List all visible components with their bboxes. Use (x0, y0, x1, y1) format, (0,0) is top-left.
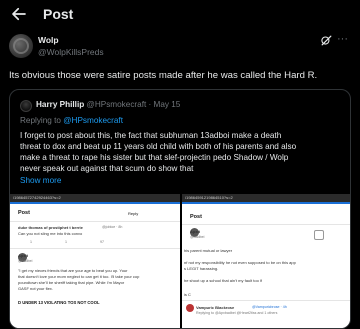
show-more-link[interactable]: Show more (20, 176, 61, 185)
grok-icon[interactable] (320, 34, 333, 47)
replying-to-handle[interactable]: @HPsmokecraft (63, 116, 123, 125)
quote-replying-to: Replying to @HPsmokecraft (20, 116, 123, 125)
image-post-title: Post (18, 210, 30, 216)
post-text: Its obvious those were satire posts made… (9, 70, 318, 81)
top-bar: Post (0, 0, 360, 28)
page-title: Post (43, 6, 74, 22)
quote-line: make a threat to rape his sister but tha… (20, 153, 289, 162)
quote-body: I forget to post about this, the fact th… (20, 130, 346, 174)
back-arrow-icon[interactable] (10, 5, 28, 23)
image-url-bar: /19864572742924463?s=2 (10, 194, 180, 202)
image-reply-button: Reply (128, 211, 139, 216)
more-icon[interactable]: ··· (337, 33, 348, 45)
quote-line: I forget to post about this, the fact th… (20, 131, 282, 140)
quote-avatar[interactable] (20, 100, 32, 112)
quote-author-name[interactable]: Harry Phillip (36, 100, 84, 109)
attached-images[interactable]: /19864572742924463?s=2 Post Reply duke t… (10, 194, 350, 328)
avatar[interactable] (9, 34, 33, 58)
attached-image-1[interactable]: /19864572742924463?s=2 Post Reply duke t… (10, 194, 180, 328)
quote-meta: @HPsmokecraft · May 15 (86, 100, 181, 109)
quote-line: threat to dox and beat up 11 years old c… (20, 142, 297, 151)
quote-line: never speak out against that scum do sho… (20, 164, 194, 173)
replying-to-label: Replying to (20, 116, 64, 125)
quoted-post[interactable]: Harry Phillip @HPsmokecraft · May 15 Rep… (9, 89, 351, 329)
author-handle[interactable]: @WolpKillsPreds (38, 47, 104, 57)
attached-image-2[interactable]: /19864591219864510?s=2 Post Apxit @badbe… (182, 194, 350, 328)
image-url-bar: /19864591219864510?s=2 (182, 194, 350, 202)
quote-header: Harry Phillip @HPsmokecraft · May 15 (36, 100, 180, 109)
author-name[interactable]: Wolp (38, 35, 59, 45)
